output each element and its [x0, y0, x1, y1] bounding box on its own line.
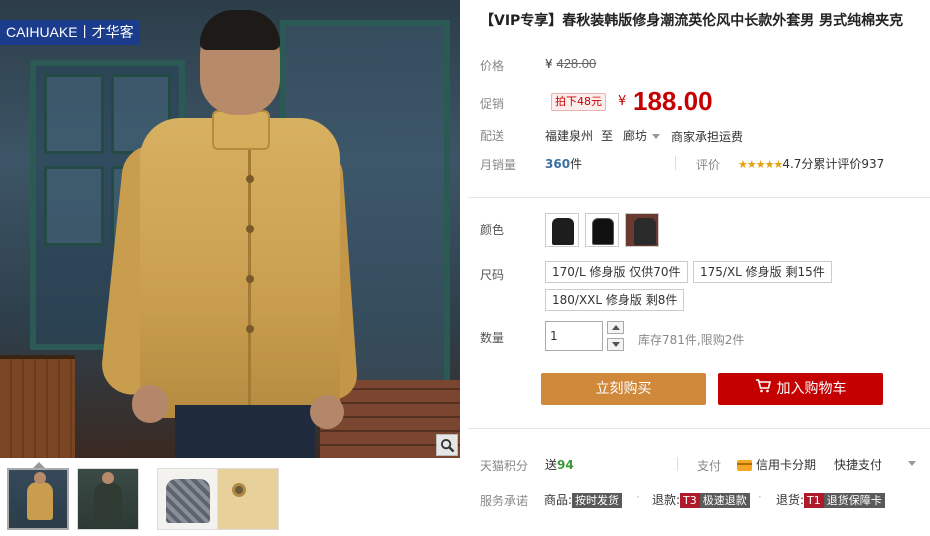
color-label: 颜色	[480, 223, 505, 237]
size-option-170[interactable]: 170/L 修身版 仅供70件	[545, 261, 688, 283]
model-hand	[310, 395, 344, 429]
review-label: 评价	[696, 158, 721, 172]
shipping-label: 配送	[480, 129, 505, 143]
background-barrel	[0, 355, 75, 458]
divider	[677, 457, 678, 471]
shipping-fee: 商家承担运费	[671, 130, 744, 144]
size-label: 尺码	[480, 268, 505, 282]
price-label: 价格	[480, 59, 505, 73]
thumbnail-strip	[0, 462, 460, 536]
jacket-button	[246, 325, 254, 333]
jacket-collar	[212, 110, 270, 150]
ship-to: 廊坊	[623, 129, 648, 143]
quantity-label: 数量	[480, 331, 505, 345]
ship-from: 福建泉州	[545, 129, 594, 143]
product-gallery: CAIHUAKE丨才华客	[0, 0, 460, 536]
service-return-code: T1	[804, 493, 824, 508]
service-shipping-badge: 按时发货	[572, 493, 623, 508]
arrow-down-icon	[611, 342, 620, 347]
points-value: 送94	[545, 456, 574, 473]
jacket-icon	[592, 218, 614, 245]
service-refund-badge: 极速退款	[699, 493, 750, 508]
promo-currency: ¥	[618, 94, 627, 109]
service-return-prefix: 退货:	[776, 493, 805, 507]
product-title: 【VIP专享】春秋装韩版修身潮流英伦风中长款外套男 男式纯棉夹克	[480, 13, 904, 29]
color-swatch-black[interactable]	[585, 213, 619, 247]
thumbnail-1[interactable]	[7, 468, 69, 530]
buy-now-button[interactable]: 立刻购买	[541, 373, 706, 405]
service-shipping-prefix: 商品:	[544, 493, 573, 507]
service-return-badge: 退货保障卡	[823, 493, 885, 508]
quantity-decrease-button[interactable]	[607, 338, 624, 351]
product-info-panel: 【VIP专享】春秋装韩版修身潮流英伦风中长款外套男 男式纯棉夹克 价格 ¥ 42…	[460, 0, 930, 536]
model-hand	[132, 385, 168, 423]
points-label: 天猫积分	[480, 459, 529, 473]
promo-price: 188.00	[633, 86, 713, 116]
currency-symbol: ¥	[545, 57, 553, 71]
original-price-value: 428.00	[556, 56, 597, 71]
size-option-175[interactable]: 175/XL 修身版 剩15件	[693, 261, 832, 283]
thumbnail-3[interactable]	[157, 468, 219, 530]
size-option-180[interactable]: 180/XXL 修身版 剩8件	[545, 289, 685, 311]
payment-dropdown-icon[interactable]	[908, 461, 916, 466]
color-swatch-model[interactable]	[625, 213, 659, 247]
service-label: 服务承诺	[480, 494, 529, 508]
promo-tag: 拍下48元	[551, 93, 606, 111]
service-refund-code: T3	[680, 493, 700, 508]
divider	[675, 156, 676, 170]
jacket-button	[246, 175, 254, 183]
ship-to-selector[interactable]: 廊坊	[623, 127, 661, 144]
points-prefix: 送	[545, 458, 558, 472]
service-shipping[interactable]: 商品: 按时发货	[544, 491, 623, 508]
credit-card-icon	[737, 460, 752, 471]
credit-installment-label: 信用卡分期	[756, 458, 817, 472]
monthly-sales-unit: 件	[570, 157, 583, 171]
service-refund[interactable]: 退款: T3 极速退款	[652, 491, 750, 508]
add-to-cart-button[interactable]: 加入购物车	[718, 373, 883, 405]
review-summary[interactable]: ★★★★★4.7分累计评价937	[738, 155, 884, 172]
separator-dot: ·	[636, 490, 640, 504]
main-product-image[interactable]: CAIHUAKE丨才华客	[0, 0, 460, 458]
add-to-cart-label: 加入购物车	[776, 381, 847, 397]
thumbnail-2[interactable]	[77, 468, 139, 530]
service-refund-prefix: 退款:	[652, 493, 681, 507]
promo-label: 促销	[480, 97, 505, 111]
model-hair	[200, 10, 280, 50]
monthly-sales-count: 360	[545, 157, 571, 171]
section-divider	[468, 428, 930, 429]
jacket-icon	[552, 218, 574, 245]
monthly-sales: 360件	[545, 155, 582, 172]
cart-icon	[755, 373, 771, 405]
credit-installment[interactable]: 信用卡分期	[737, 456, 816, 473]
magnifier-icon	[440, 438, 454, 452]
monthly-sales-label: 月销量	[480, 158, 517, 172]
review-score: 4.7分	[782, 157, 814, 171]
quick-pay[interactable]: 快捷支付	[834, 456, 882, 473]
arrow-up-icon	[611, 325, 620, 330]
model-photo-icon	[634, 218, 656, 245]
chevron-down-icon	[652, 134, 661, 139]
model-jeans	[175, 405, 315, 458]
section-divider	[468, 197, 930, 198]
color-swatch-khaki[interactable]	[545, 213, 579, 247]
payment-label: 支付	[697, 459, 722, 473]
jacket-button	[246, 225, 254, 233]
ship-to-word: 至	[601, 129, 614, 143]
review-count: 累计评价937	[813, 157, 885, 171]
quantity-increase-button[interactable]	[607, 321, 624, 334]
stock-info: 库存781件,限购2件	[638, 333, 745, 347]
service-return[interactable]: 退货: T1 退货保障卡	[776, 491, 885, 508]
original-price: ¥ 428.00	[545, 56, 596, 71]
price-box: 价格 ¥ 428.00 促销 拍下48元 ¥ 188.00 配送 福建泉州 至 …	[468, 46, 930, 192]
separator-dot: ·	[758, 490, 762, 504]
star-rating-icon: ★★★★★	[738, 158, 783, 171]
jacket-button	[246, 275, 254, 283]
thumbnail-4[interactable]	[217, 468, 279, 530]
model-jacket	[140, 118, 340, 418]
points-amount: 94	[557, 458, 574, 472]
zoom-button[interactable]	[436, 434, 458, 456]
brand-logo: CAIHUAKE丨才华客	[0, 20, 140, 45]
quantity-input[interactable]	[545, 321, 603, 351]
